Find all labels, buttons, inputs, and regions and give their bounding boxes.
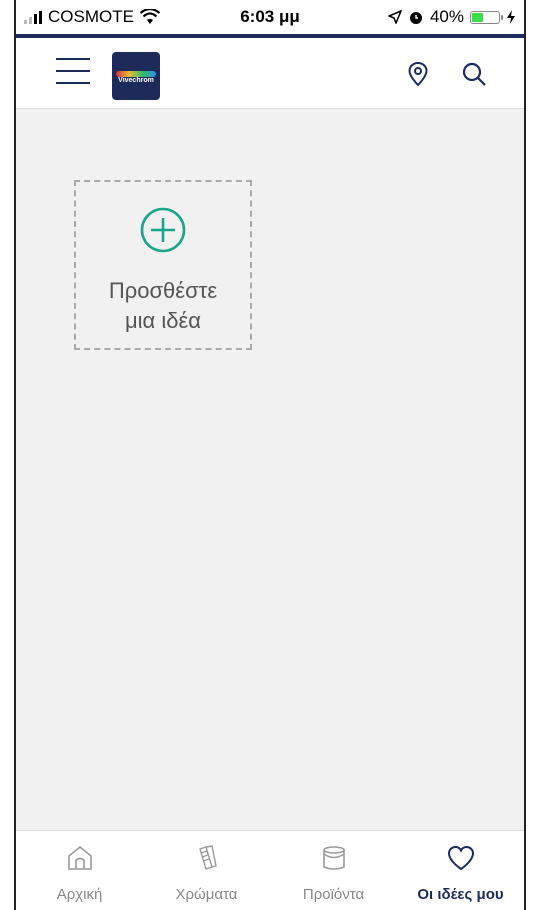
location-arrow-icon [387,10,402,24]
app-frame: COSMOTE 6:03 μμ 40% Vivechrom Προσθέστε … [14,0,526,910]
nav-label-colors: Χρώματα [175,886,238,903]
battery-icon [470,10,503,24]
brand-logo[interactable]: Vivechrom [112,52,160,100]
logo-text: Vivechrom [118,76,154,84]
app-header: Vivechrom [16,38,524,109]
nav-label-my-ideas: Οι ιδέες μου [417,886,504,903]
heart-icon [447,845,474,871]
nav-label-home: Αρχική [56,886,103,903]
color-swatch-icon [198,845,217,870]
battery-percent: 40% [429,7,464,26]
add-idea-line2: μια ιδέα [124,308,202,333]
paint-bucket-icon [322,846,345,870]
charging-bolt-icon [507,10,515,24]
nav-item-my-ideas[interactable]: Οι ιδέες μου [397,831,524,910]
alarm-icon [409,12,422,24]
add-idea-button[interactable]: Προσθέστε μια ιδέα [74,180,252,350]
plus-circle-icon [140,207,186,253]
status-right: 40% [387,7,516,27]
location-pin-icon[interactable] [404,60,432,88]
hamburger-menu-icon[interactable] [56,58,90,88]
battery-fill [472,12,484,22]
nav-item-products[interactable]: Προϊόντα [270,831,397,910]
home-icon [67,845,92,870]
add-idea-line1: Προσθέστε [108,278,218,303]
status-bar: COSMOTE 6:03 μμ 40% [16,0,524,34]
search-icon[interactable] [460,60,488,88]
bottom-nav: Αρχική Χρώματα Προϊόντα Οι ιδέες μου [16,830,524,910]
nav-item-home[interactable]: Αρχική [16,831,143,910]
nav-label-products: Προϊόντα [302,886,365,903]
add-idea-label: Προσθέστε μια ιδέα [109,276,217,336]
nav-item-colors[interactable]: Χρώματα [143,831,270,910]
